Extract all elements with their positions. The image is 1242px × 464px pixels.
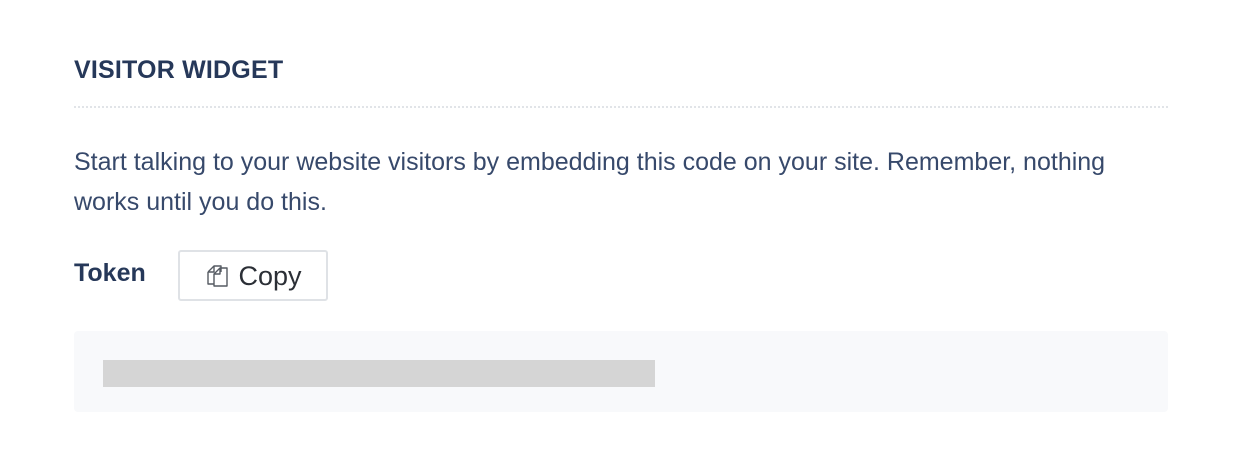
section-divider (74, 106, 1168, 108)
copy-button-label: Copy (238, 260, 302, 291)
copy-icon (204, 263, 230, 289)
token-value-redacted (103, 360, 655, 387)
token-code-box (74, 331, 1168, 412)
widget-description: Start talking to your website visitors b… (74, 148, 1106, 216)
token-label: Token (74, 259, 146, 287)
section-title: VISITOR WIDGET (74, 56, 284, 84)
copy-button[interactable]: Copy (178, 250, 328, 301)
